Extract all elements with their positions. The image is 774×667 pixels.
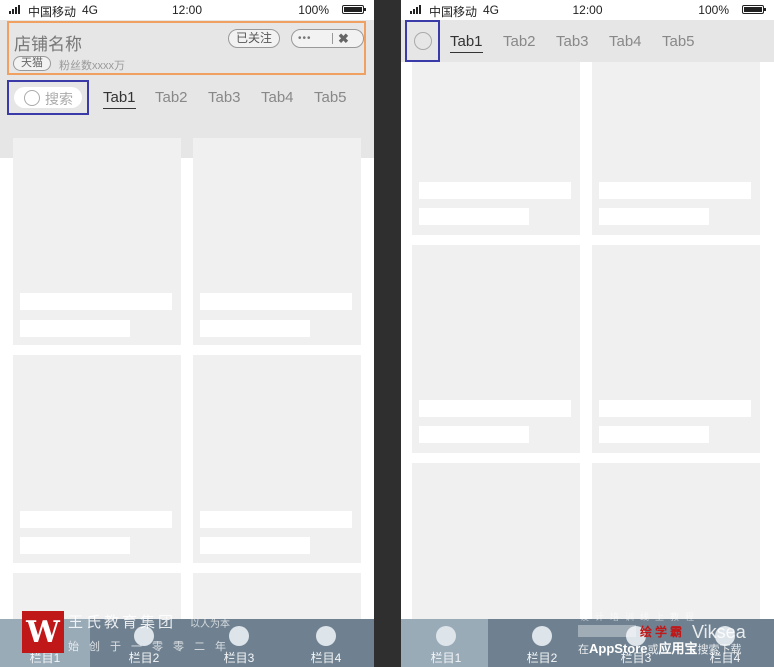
more-icon[interactable]: ••• bbox=[298, 31, 312, 47]
card-price-placeholder bbox=[200, 320, 310, 337]
search-input[interactable]: 搜索 bbox=[14, 87, 82, 108]
product-card[interactable] bbox=[412, 245, 580, 453]
nav-label: 栏目1 bbox=[430, 651, 462, 665]
search-icon bbox=[24, 90, 40, 106]
search-frame: 搜索 bbox=[7, 80, 89, 115]
close-icon[interactable]: ✖ bbox=[338, 30, 349, 47]
card-price-placeholder bbox=[20, 320, 130, 337]
watermark-sub: 始创于一零零二年 bbox=[68, 641, 236, 653]
left-phone-screen: 中国移动 4G 12:00 100% 店铺名称 已关注 ••• ✖ 天猫 粉丝数… bbox=[0, 0, 374, 667]
card-title-placeholder bbox=[419, 400, 571, 417]
card-title-placeholder bbox=[200, 511, 352, 528]
card-title-placeholder bbox=[599, 400, 751, 417]
tab-1[interactable]: Tab1 bbox=[103, 89, 136, 109]
tab-2[interactable]: Tab2 bbox=[503, 33, 536, 50]
card-title-placeholder bbox=[200, 293, 352, 310]
hint-taobao: 应用宝 bbox=[658, 641, 698, 656]
fans-count: 粉丝数xxxx万 bbox=[59, 60, 125, 72]
watermark-logo: W bbox=[22, 611, 64, 653]
hint-suffix: 搜索下载 bbox=[697, 644, 742, 656]
hint-prefix: 在 bbox=[578, 644, 589, 656]
card-price-placeholder bbox=[419, 426, 529, 443]
status-bar: 中国移动 4G 12:00 100% bbox=[0, 0, 374, 20]
card-price-placeholder bbox=[419, 208, 529, 225]
tab-5[interactable]: Tab5 bbox=[314, 89, 347, 106]
nav-item-1[interactable]: 栏目1 bbox=[401, 619, 491, 667]
nav-item-4[interactable]: 栏目4 bbox=[280, 619, 372, 667]
product-card[interactable] bbox=[412, 463, 580, 623]
product-card[interactable] bbox=[412, 62, 580, 235]
card-title-placeholder bbox=[599, 182, 751, 199]
watermark-slogan: 以人为本 bbox=[190, 619, 230, 630]
nav-item-2[interactable]: 栏目2 bbox=[497, 619, 587, 667]
tab-5[interactable]: Tab5 bbox=[662, 33, 695, 50]
battery-percent: 100% bbox=[298, 3, 329, 17]
nav-dot-icon bbox=[532, 626, 552, 646]
tab-4[interactable]: Tab4 bbox=[609, 33, 642, 50]
card-price-placeholder bbox=[599, 426, 709, 443]
nav-dot-icon bbox=[316, 626, 336, 646]
product-card[interactable] bbox=[193, 138, 361, 345]
status-bar: 中国移动 4G 12:00 100% bbox=[401, 0, 774, 20]
watermark-bar bbox=[578, 625, 636, 637]
search-frame[interactable] bbox=[405, 20, 440, 62]
right-phone-screen: 中国移动 4G 12:00 100% Tab1 Tab2 Tab3 Tab4 T… bbox=[401, 0, 774, 667]
product-card[interactable] bbox=[13, 138, 181, 345]
battery-icon bbox=[342, 5, 366, 14]
product-card[interactable] bbox=[193, 355, 361, 563]
shop-name: 店铺名称 bbox=[14, 35, 82, 54]
tab-1[interactable]: Tab1 bbox=[450, 33, 483, 53]
watermark-download-hint: 在AppStore或应用宝搜索下载 bbox=[578, 638, 742, 657]
card-price-placeholder bbox=[200, 537, 310, 554]
product-card[interactable] bbox=[13, 355, 181, 563]
tab-2[interactable]: Tab2 bbox=[155, 89, 188, 106]
card-price-placeholder bbox=[20, 537, 130, 554]
tab-3[interactable]: Tab3 bbox=[556, 33, 589, 50]
watermark-logo-letter: W bbox=[26, 615, 60, 650]
tab-4[interactable]: Tab4 bbox=[261, 89, 294, 106]
product-card[interactable] bbox=[592, 463, 760, 623]
search-icon[interactable] bbox=[414, 32, 432, 50]
follow-button[interactable]: 已关注 bbox=[228, 29, 280, 48]
hint-mid: 或 bbox=[647, 644, 659, 656]
nav-label: 栏目4 bbox=[310, 651, 342, 665]
card-title-placeholder bbox=[20, 293, 172, 310]
watermark-title: 王氏教育集团 bbox=[68, 614, 177, 631]
nav-label: 栏目2 bbox=[526, 651, 558, 665]
product-card[interactable] bbox=[592, 245, 760, 453]
more-close-capsule[interactable]: ••• ✖ bbox=[291, 29, 364, 48]
capsule-divider bbox=[332, 33, 333, 44]
tmall-badge: 天猫 bbox=[13, 56, 51, 71]
shop-header: 店铺名称 已关注 ••• ✖ 天猫 粉丝数xxxx万 bbox=[7, 21, 366, 75]
card-price-placeholder bbox=[599, 208, 709, 225]
tab-3[interactable]: Tab3 bbox=[208, 89, 241, 106]
card-title-placeholder bbox=[20, 511, 172, 528]
card-title-placeholder bbox=[419, 182, 571, 199]
battery-percent: 100% bbox=[698, 3, 729, 17]
hint-appstore: AppStore bbox=[589, 641, 648, 656]
search-placeholder: 搜索 bbox=[45, 91, 73, 107]
product-card[interactable] bbox=[592, 62, 760, 235]
watermark-faint-text: 设计培训线上教程 bbox=[580, 612, 701, 622]
battery-icon bbox=[742, 5, 766, 14]
nav-dot-icon bbox=[436, 626, 456, 646]
